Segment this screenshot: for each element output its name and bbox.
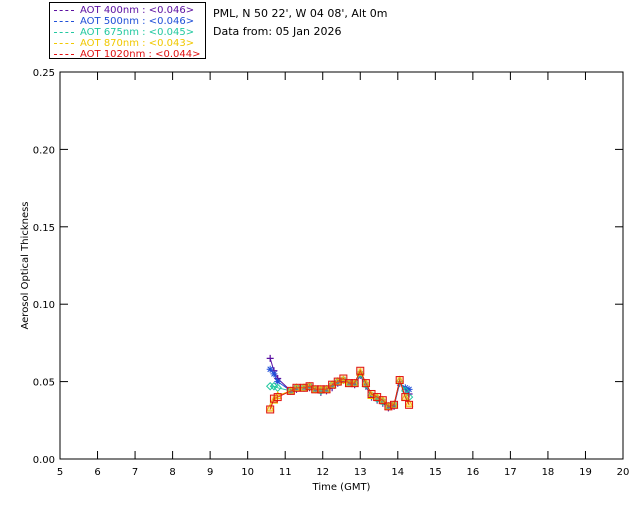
y-tick-label: 0.25 [33,68,55,79]
data-point-1020nm [292,383,301,392]
x-tick-label: 15 [429,467,442,478]
x-tick-label: 20 [617,467,630,478]
legend-swatch-400nm [54,9,74,11]
x-tick-label: 8 [169,467,175,478]
data-point-1020nm [405,400,414,409]
x-tick-label: 11 [279,467,292,478]
x-tick-label: 17 [504,467,517,478]
legend-swatch-1020nm [54,53,74,55]
data-point-1020nm [361,379,370,388]
x-tick-label: 6 [94,467,100,478]
x-tick-label: 16 [466,467,479,478]
legend-label-400nm: AOT 400nm : <0.046> [80,5,195,16]
aot-chart: 5 6 7 8 9 10 11 12 13 14 15 16 17 18 19 20 0.00 0.05 0.10 0… [20,68,629,493]
legend-swatch-870nm [54,42,74,44]
x-tick-label: 10 [241,467,254,478]
legend-label-1020nm: AOT 1020nm : <0.044> [80,49,201,60]
data-point-1020nm [273,393,282,402]
legend-item-400nm: AOT 400nm : <0.046> [54,5,194,16]
data-point-500nm [266,365,274,373]
axes-layer: 5 6 7 8 9 10 11 12 13 14 15 16 17 18 19 20 0.00 0.05 0.10 0… [20,68,629,493]
legend-item-1020nm: AOT 1020nm : <0.044> [54,49,200,60]
y-tick-label: 0.10 [33,300,55,311]
x-tick-label: 13 [354,467,367,478]
data-point-1020nm [401,393,410,402]
data-point-1020nm [350,379,359,388]
data-point-1020nm [266,405,275,414]
y-tick-label: 0.05 [33,378,55,389]
data-point-1020nm [390,400,399,409]
legend-item-500nm: AOT 500nm : <0.046> [54,16,194,27]
y-axis-label: Aerosol Optical Thickness [20,201,31,329]
legend: AOT 400nm : <0.046> AOT 500nm : <0.046> … [49,2,206,60]
x-tick-label: 18 [542,467,555,478]
date-info: Data from: 05 Jan 2026 [213,25,342,38]
legend-label-675nm: AOT 675nm : <0.045> [80,27,195,38]
site-info: PML, N 50 22', W 04 08', Alt 0m [213,7,388,20]
data-point-400nm [266,354,274,362]
x-tick-label: 19 [579,467,592,478]
data-point-500nm [270,370,278,378]
x-tick-label: 12 [316,467,329,478]
legend-label-500nm: AOT 500nm : <0.046> [80,16,195,27]
x-tick-label: 9 [207,467,213,478]
series-1020nm [266,366,414,414]
x-axis-label: Time (GMT) [312,482,371,493]
y-tick-label: 0.20 [33,145,55,156]
data-point-1020nm [356,366,365,375]
y-tick-label: 0.15 [33,223,55,234]
x-tick-label: 5 [57,467,63,478]
y-tick-label: 0.00 [33,455,55,466]
series-layer [265,354,414,414]
legend-label-870nm: AOT 870nm : <0.043> [80,38,195,49]
legend-item-675nm: AOT 675nm : <0.045> [54,27,194,38]
legend-swatch-675nm [54,31,74,33]
data-point-1020nm [395,376,404,385]
x-tick-label: 14 [391,467,404,478]
x-tick-label: 7 [132,467,138,478]
legend-item-870nm: AOT 870nm : <0.043> [54,38,194,49]
legend-swatch-500nm [54,20,74,22]
plot-frame [59,71,624,460]
